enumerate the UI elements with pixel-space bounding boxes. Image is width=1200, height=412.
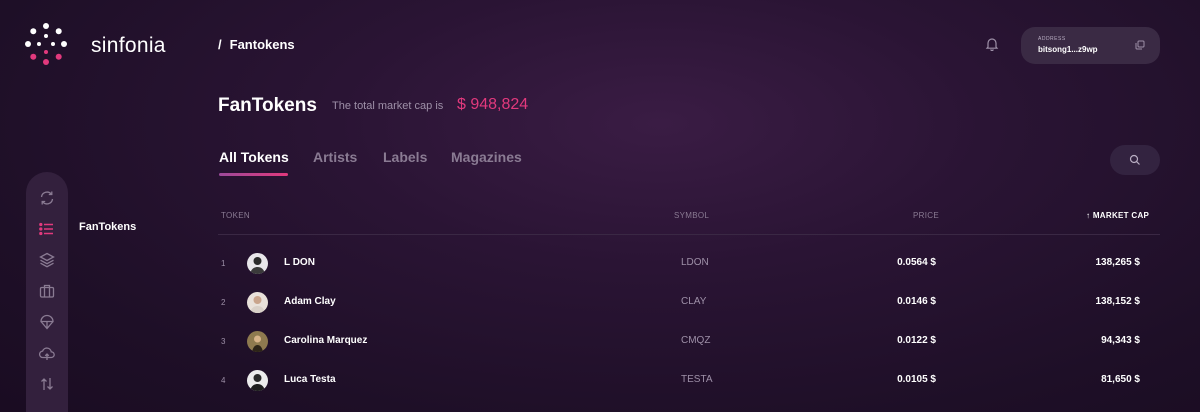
token-price: 0.0105 $	[897, 374, 936, 385]
table-row[interactable]: 3 Carolina Marquez CMQZ 0.0122 $ 94,343 …	[218, 324, 1160, 362]
token-market-cap: 81,650 $	[1101, 374, 1140, 385]
row-index: 4	[221, 376, 226, 385]
table-header-divider	[218, 234, 1160, 235]
token-price: 0.0564 $	[897, 257, 936, 268]
sort-arrow-icon: ↑	[1086, 211, 1091, 220]
copy-icon[interactable]	[1135, 40, 1145, 50]
market-cap-value: $ 948,824	[457, 96, 529, 113]
token-market-cap: 138,152 $	[1095, 296, 1141, 307]
table-row[interactable]: 1 L DON LDON 0.0564 $ 138,265 $	[218, 246, 1160, 284]
column-header-symbol[interactable]: SYMBOL	[674, 211, 709, 220]
search-icon	[1129, 154, 1140, 165]
token-market-cap: 138,265 $	[1095, 257, 1141, 268]
sidebar-nav	[26, 172, 68, 412]
active-tab-indicator	[219, 173, 288, 176]
column-header-market-cap-label: MARKET CAP	[1092, 211, 1150, 220]
balloon-icon[interactable]	[38, 313, 56, 331]
cloud-upload-icon[interactable]	[38, 344, 56, 362]
token-symbol: CLAY	[681, 296, 707, 307]
breadcrumb-separator: /	[218, 37, 222, 52]
briefcase-icon[interactable]	[38, 282, 56, 300]
brand-name[interactable]: sinfonia	[91, 34, 166, 58]
search-button[interactable]	[1110, 145, 1160, 175]
avatar	[247, 331, 268, 352]
swap-icon[interactable]	[38, 375, 56, 393]
avatar	[247, 370, 268, 391]
list-icon[interactable]	[38, 220, 56, 238]
refresh-icon[interactable]	[38, 189, 56, 207]
row-index: 2	[221, 298, 226, 307]
token-name: Adam Clay	[284, 296, 336, 307]
bell-icon[interactable]	[984, 36, 1000, 52]
sidebar-section-label[interactable]: FanTokens	[79, 221, 136, 233]
table-row[interactable]: 2 Adam Clay CLAY 0.0146 $ 138,152 $	[218, 285, 1160, 323]
token-market-cap: 94,343 $	[1101, 335, 1140, 346]
table-row[interactable]: 4 Luca Testa TESTA 0.0105 $ 81,650 $	[218, 363, 1160, 401]
token-name: Carolina Marquez	[284, 335, 368, 346]
breadcrumb-current: Fantokens	[229, 37, 295, 52]
tab-labels[interactable]: Labels	[383, 149, 427, 165]
column-header-token[interactable]: TOKEN	[221, 211, 250, 220]
token-symbol: LDON	[681, 257, 709, 268]
tab-magazines[interactable]: Magazines	[451, 149, 522, 165]
layers-icon[interactable]	[38, 251, 56, 269]
token-name: Luca Testa	[284, 374, 336, 385]
tab-all-tokens[interactable]: All Tokens	[219, 149, 289, 165]
sinfonia-logo-icon[interactable]	[24, 22, 68, 66]
row-index: 1	[221, 259, 226, 268]
tab-artists[interactable]: Artists	[313, 149, 357, 165]
row-index: 3	[221, 337, 226, 346]
page-title: FanTokens	[218, 95, 317, 116]
token-price: 0.0122 $	[897, 335, 936, 346]
column-header-price[interactable]: PRICE	[913, 211, 939, 220]
avatar	[247, 253, 268, 274]
wallet-address-label: ADDRESS	[1038, 36, 1066, 42]
token-name: L DON	[284, 257, 315, 268]
market-cap-label: The total market cap is	[332, 100, 444, 112]
breadcrumb: / Fantokens	[218, 37, 295, 52]
token-symbol: CMQZ	[681, 335, 711, 346]
wallet-address-button[interactable]: ADDRESS bitsong1...z9wp	[1021, 27, 1160, 64]
wallet-address-value: bitsong1...z9wp	[1038, 45, 1098, 54]
avatar	[247, 292, 268, 313]
token-price: 0.0146 $	[897, 296, 936, 307]
column-header-market-cap[interactable]: ↑ MARKET CAP	[1086, 211, 1149, 220]
token-symbol: TESTA	[681, 374, 713, 385]
